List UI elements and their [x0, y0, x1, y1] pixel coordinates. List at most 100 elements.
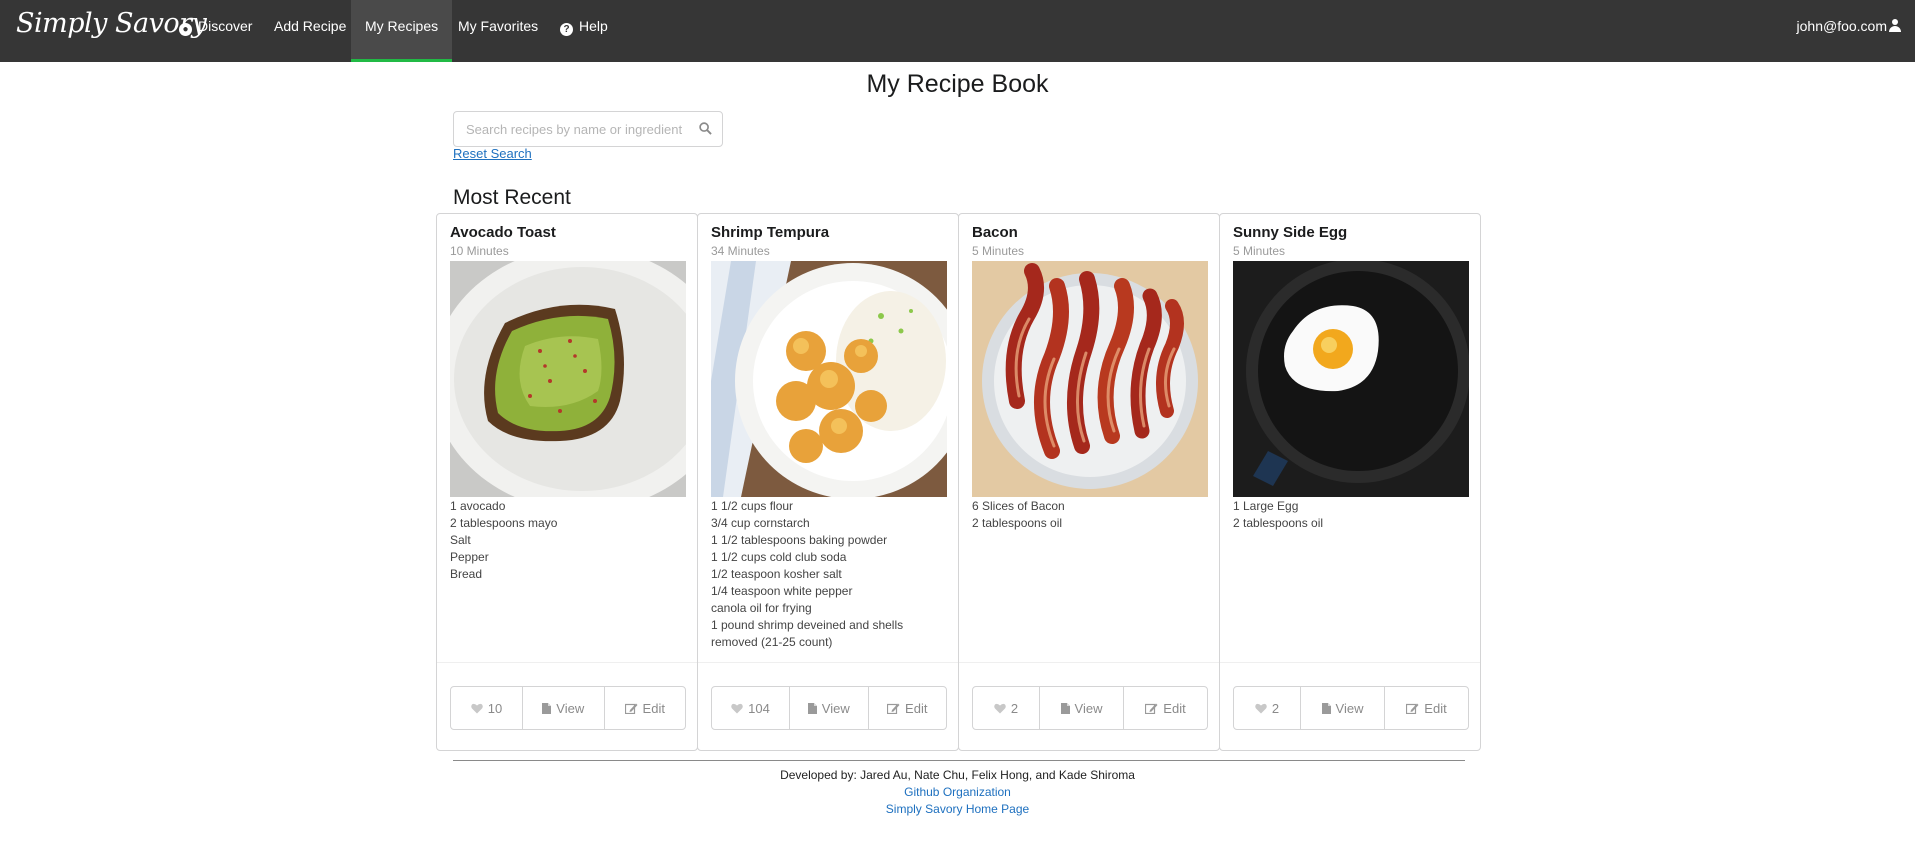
- view-label: View: [821, 700, 850, 716]
- like-button[interactable]: 2: [973, 687, 1039, 729]
- card-actions: 2 View Edit: [972, 686, 1208, 730]
- recipe-time: 5 Minutes: [972, 244, 1025, 258]
- file-icon: [807, 702, 817, 714]
- recipe-time: 5 Minutes: [1233, 244, 1286, 258]
- top-navbar: Simply Savory ● Discover Add Recipe My Re…: [0, 0, 1915, 62]
- section-title: Most Recent: [453, 186, 571, 209]
- ingredient-item: 1 1/2 cups cold club soda: [711, 550, 847, 564]
- like-count: 104: [748, 700, 770, 716]
- ingredient-item: 6 Slices of Bacon: [972, 499, 1065, 513]
- nav-my-recipes[interactable]: My Recipes: [351, 0, 453, 62]
- heart-icon: [994, 703, 1006, 713]
- help-icon: ?: [560, 23, 573, 36]
- file-icon: [542, 702, 552, 714]
- recipe-card: Avocado Toast 10 Minutes 1 avocado 2 tab…: [436, 213, 698, 751]
- view-button[interactable]: View: [1300, 687, 1384, 729]
- heart-icon: [731, 703, 743, 713]
- edit-button[interactable]: Edit: [603, 687, 686, 729]
- ingredient-item: 1/2 teaspoon kosher salt: [711, 567, 842, 581]
- recipe-card: Sunny Side Egg 5 Minutes 1 Large Egg 2 t…: [1219, 213, 1481, 751]
- ingredient-item: 1/4 teaspoon white pepper: [711, 584, 853, 598]
- nav-help[interactable]: ? Help: [546, 0, 622, 62]
- edit-button[interactable]: Edit: [1123, 687, 1207, 729]
- footer-divider: [453, 760, 1465, 761]
- ingredient-list: 1 1/2 cups flour 3/4 cup cornstarch 1 1/…: [711, 498, 947, 651]
- like-button[interactable]: 104: [712, 687, 789, 729]
- ingredient-item: 1 pound shrimp deveined and shells remov…: [711, 618, 904, 649]
- view-button[interactable]: View: [1039, 687, 1123, 729]
- edit-label: Edit: [905, 700, 928, 716]
- like-count: 10: [487, 700, 503, 716]
- ingredient-list: 6 Slices of Bacon 2 tablespoons oil: [972, 498, 1208, 532]
- user-menu[interactable]: john@foo.com: [1797, 0, 1901, 52]
- nav-help-label: Help: [579, 18, 608, 34]
- reset-search-link[interactable]: Reset Search: [453, 146, 532, 161]
- user-icon: [1889, 19, 1901, 32]
- compass-icon: ●: [179, 23, 192, 36]
- ingredient-item: 2 tablespoons mayo: [450, 516, 558, 530]
- nav-add-recipe[interactable]: Add Recipe: [260, 0, 360, 62]
- nav-discover[interactable]: ● Discover: [165, 0, 266, 62]
- edit-icon: [624, 703, 638, 714]
- recipe-card: Shrimp Tempura 34 Minutes 1 1/2 cups flo…: [697, 213, 959, 751]
- view-label: View: [1074, 700, 1103, 716]
- ingredient-item: 1 avocado: [450, 499, 506, 513]
- view-label: View: [556, 700, 585, 716]
- page-title: My Recipe Book: [866, 70, 1049, 98]
- recipe-title[interactable]: Avocado Toast: [450, 224, 556, 241]
- ingredient-item: 1 1/2 cups flour: [711, 499, 794, 513]
- like-count: 2: [1271, 700, 1280, 716]
- file-icon: [1321, 702, 1331, 714]
- search-box: [453, 111, 723, 147]
- card-actions: 2 View Edit: [1233, 686, 1469, 730]
- nav-my-recipes-label: My Recipes: [365, 18, 439, 34]
- edit-icon: [887, 703, 900, 714]
- nav-add-recipe-label: Add Recipe: [274, 18, 347, 34]
- heart-icon: [471, 703, 483, 713]
- ingredient-item: 1 1/2 tablespoons baking powder: [711, 533, 888, 547]
- card-divider: [1220, 662, 1480, 663]
- home-page-link[interactable]: Simply Savory Home Page: [0, 802, 1915, 816]
- nav-discover-label: Discover: [198, 18, 253, 34]
- ingredient-item: canola oil for frying: [711, 601, 812, 615]
- edit-button[interactable]: Edit: [1384, 687, 1468, 729]
- edit-button[interactable]: Edit: [867, 687, 947, 729]
- github-organization-link[interactable]: Github Organization: [0, 785, 1915, 799]
- ingredient-list: 1 avocado 2 tablespoons mayo Salt Pepper…: [450, 498, 686, 583]
- recipe-time: 34 Minutes: [711, 244, 770, 258]
- heart-icon: [1255, 703, 1267, 713]
- nav-my-favorites[interactable]: My Favorites: [444, 0, 552, 62]
- edit-label: Edit: [642, 700, 665, 716]
- recipe-image[interactable]: [711, 261, 947, 497]
- search-icon[interactable]: [699, 122, 712, 135]
- view-button[interactable]: View: [522, 687, 604, 729]
- ingredient-item: 2 tablespoons oil: [972, 516, 1063, 530]
- ingredient-item: Salt: [450, 533, 471, 547]
- recipe-image[interactable]: [1233, 261, 1469, 497]
- card-actions: 10 View Edit: [450, 686, 686, 730]
- edit-icon: [1406, 703, 1419, 714]
- recipe-title[interactable]: Shrimp Tempura: [711, 224, 829, 241]
- edit-label: Edit: [1163, 700, 1186, 716]
- view-label: View: [1335, 700, 1364, 716]
- recipe-title[interactable]: Bacon: [972, 224, 1018, 241]
- like-button[interactable]: 10: [451, 687, 522, 729]
- recipe-title[interactable]: Sunny Side Egg: [1233, 224, 1347, 241]
- nav-my-favorites-label: My Favorites: [458, 18, 539, 34]
- like-button[interactable]: 2: [1234, 687, 1300, 729]
- card-actions: 104 View Edit: [711, 686, 947, 730]
- card-divider: [698, 662, 958, 663]
- recipe-card-grid: Avocado Toast 10 Minutes 1 avocado 2 tab…: [436, 213, 1482, 751]
- recipe-card: Bacon 5 Minutes 6 Slices of Bacon 2 tabl…: [958, 213, 1220, 751]
- recipe-image[interactable]: [450, 261, 686, 497]
- like-count: 2: [1010, 700, 1019, 716]
- ingredient-item: 3/4 cup cornstarch: [711, 516, 810, 530]
- search-input[interactable]: [454, 112, 684, 146]
- edit-icon: [1145, 703, 1158, 714]
- card-divider: [437, 662, 697, 663]
- recipe-image[interactable]: [972, 261, 1208, 497]
- view-button[interactable]: View: [789, 687, 868, 729]
- ingredient-list: 1 Large Egg 2 tablespoons oil: [1233, 498, 1469, 532]
- ingredient-item: 1 Large Egg: [1233, 499, 1299, 513]
- file-icon: [1060, 702, 1070, 714]
